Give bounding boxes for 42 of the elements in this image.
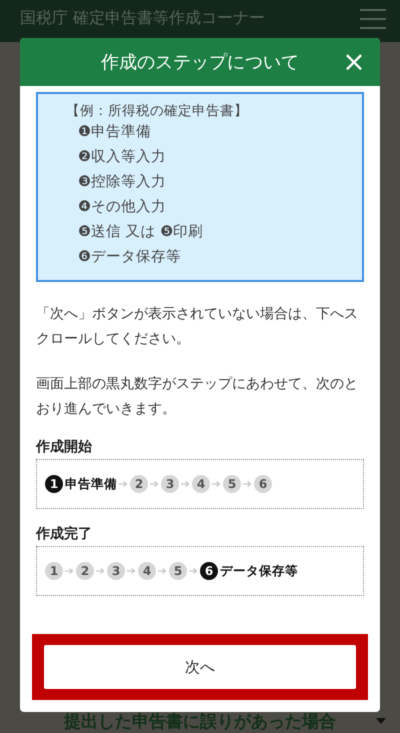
- step-item: ❺送信 又は ❺印刷: [78, 223, 204, 242]
- arrow-icon: [96, 567, 105, 575]
- step-number: 4: [138, 562, 156, 580]
- arrow-icon: [212, 480, 221, 488]
- arrow-icon: [181, 480, 190, 488]
- step-number: 2: [130, 475, 148, 493]
- arrow-icon: [243, 480, 252, 488]
- step-number: 3: [107, 562, 125, 580]
- instruction-text: 画面上部の黒丸数字がステップにあわせて、次のとおり進んでいきます。: [36, 375, 359, 419]
- step-item: ❹その他入力: [78, 198, 166, 217]
- section-heading: 提出した申告書に誤りがあった場合: [64, 710, 336, 732]
- step-label: データ保存等: [220, 562, 298, 580]
- example-heading: 【例：所得税の確定申告書】: [66, 102, 248, 120]
- caret-icon[interactable]: [376, 718, 386, 724]
- step-item: ❶申告準備: [78, 123, 151, 142]
- arrow-icon: [65, 567, 74, 575]
- dialog-title: 作成のステップについて: [101, 51, 299, 74]
- step-number: 1: [45, 562, 63, 580]
- site-title: 国税庁 確定申告書等作成コーナー: [20, 8, 266, 29]
- step-number: 6: [200, 562, 218, 580]
- step-item: ❸控除等入力: [78, 173, 166, 192]
- arrow-icon: [127, 567, 136, 575]
- step-number: 5: [169, 562, 187, 580]
- close-button[interactable]: ×: [336, 44, 372, 80]
- arrow-icon: [119, 480, 128, 488]
- arrow-icon: [150, 480, 159, 488]
- arrow-icon: [158, 567, 167, 575]
- step-number: 2: [76, 562, 94, 580]
- instruction-text: 「次へ」ボタンが表示されていない場合は、下へスクロールしてください。: [36, 305, 359, 349]
- step-number: 1: [45, 475, 63, 493]
- step-item: ❷収入等入力: [78, 148, 166, 167]
- menu-icon[interactable]: [360, 8, 386, 30]
- next-button[interactable]: 次へ: [44, 645, 356, 689]
- step-item: ❻データ保存等: [78, 248, 181, 267]
- step-number: 4: [192, 475, 210, 493]
- flow-title: 作成完了: [36, 525, 92, 543]
- step-label: 申告準備: [65, 476, 117, 492]
- flow-title: 作成開始: [36, 438, 92, 456]
- step-number: 5: [223, 475, 241, 493]
- arrow-icon: [189, 567, 198, 575]
- step-number: 6: [254, 475, 272, 493]
- step-number: 3: [161, 475, 179, 493]
